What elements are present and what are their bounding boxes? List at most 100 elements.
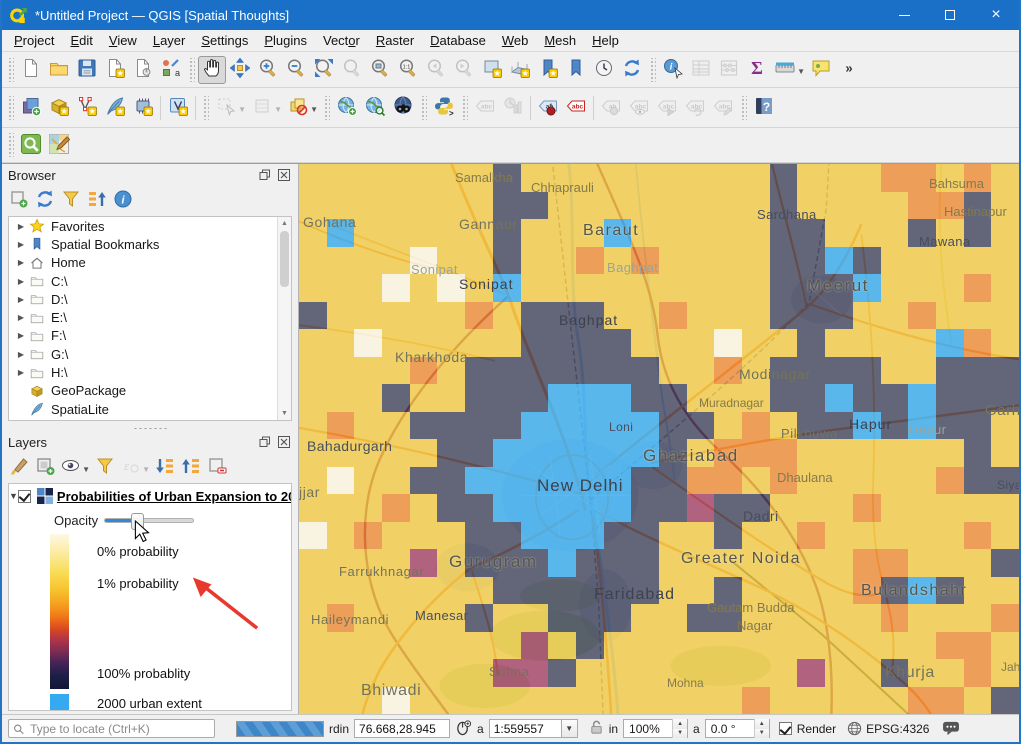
- menu-layer[interactable]: Layer: [145, 31, 194, 50]
- layers-float-button[interactable]: [257, 435, 273, 449]
- browser-item-geopackage[interactable]: GeoPackage: [9, 382, 291, 400]
- expand-arrow-icon[interactable]: ▶: [13, 222, 29, 231]
- browser-item-spatialbookmarks[interactable]: ▶Spatial Bookmarks: [9, 235, 291, 253]
- open-layer-styling-button[interactable]: [6, 454, 32, 480]
- dropdown-arrow-icon[interactable]: ▼: [82, 465, 90, 474]
- browser-item-c[interactable]: ▶C:\: [9, 272, 291, 290]
- new-geopackage-layer-button[interactable]: [45, 94, 73, 122]
- expand-arrow-icon[interactable]: ▶: [13, 368, 29, 377]
- browser-item-spatialite[interactable]: SpatiaLite: [9, 400, 291, 418]
- messages-button[interactable]: [942, 721, 960, 736]
- toolbar-drag-handle[interactable]: [7, 96, 14, 120]
- dropdown-arrow-icon[interactable]: ▼: [310, 105, 318, 114]
- deselect-features-button[interactable]: ▼: [284, 94, 312, 122]
- osm-place-search-button[interactable]: [17, 131, 45, 159]
- expand-arrow-icon[interactable]: ▶: [13, 350, 29, 359]
- remove-layer-button[interactable]: [204, 454, 230, 480]
- dropdown-arrow-icon[interactable]: ▼: [238, 105, 246, 114]
- browser-item-d[interactable]: ▶D:\: [9, 290, 291, 308]
- browser-scrollbar[interactable]: ▲▼: [277, 217, 291, 420]
- magnifier-spinbox[interactable]: 100% ▲▼: [623, 719, 688, 738]
- scale-dropdown-button[interactable]: ▼: [561, 719, 578, 738]
- style-manager-button[interactable]: a: [157, 56, 185, 84]
- menu-plugins[interactable]: Plugins: [256, 31, 315, 50]
- pan-map-button[interactable]: [198, 56, 226, 84]
- refresh-browser-button[interactable]: [32, 187, 58, 213]
- opacity-slider-handle[interactable]: [131, 513, 144, 530]
- expand-arrow-icon[interactable]: ▶: [13, 295, 29, 304]
- extents-toggle-icon[interactable]: [455, 719, 472, 739]
- rotation-spinbox[interactable]: 0.0 ° ▲▼: [705, 719, 770, 738]
- layer-name[interactable]: Probabilities of Urban Expansion to 2030: [57, 489, 292, 504]
- browser-item-home[interactable]: ▶Home: [9, 254, 291, 272]
- new-mesh-layer-button[interactable]: [129, 94, 157, 122]
- browser-item-h[interactable]: ▶H:\: [9, 363, 291, 381]
- magnifier-spin-arrows[interactable]: ▲▼: [672, 719, 687, 738]
- menu-vector[interactable]: Vector: [315, 31, 368, 50]
- quickosm-button[interactable]: [45, 131, 73, 159]
- save-project-button[interactable]: [73, 56, 101, 84]
- collapse-all-layers-button[interactable]: [178, 454, 204, 480]
- layer-visibility-checkbox[interactable]: [18, 490, 31, 503]
- osm-place-search-globe-button[interactable]: [389, 94, 417, 122]
- show-statistics-button[interactable]: Σ: [743, 56, 771, 84]
- toolbar-drag-handle[interactable]: [420, 96, 427, 120]
- menu-mesh[interactable]: Mesh: [536, 31, 584, 50]
- toolbar-drag-handle[interactable]: [7, 133, 14, 157]
- render-checkbox[interactable]: [779, 722, 792, 735]
- add-wms-layer-button[interactable]: [333, 94, 361, 122]
- opacity-slider[interactable]: [104, 518, 194, 523]
- new-3d-map-view-button[interactable]: [506, 56, 534, 84]
- zoom-native-button[interactable]: 1:1: [394, 56, 422, 84]
- lock-scale-icon[interactable]: [589, 719, 604, 738]
- browser-item-f[interactable]: ▶F:\: [9, 327, 291, 345]
- toolbar-overflow-button[interactable]: »: [835, 56, 863, 84]
- zoom-in-button[interactable]: [254, 56, 282, 84]
- filter-legend-button[interactable]: [92, 454, 118, 480]
- dropdown-arrow-icon[interactable]: ▼: [142, 465, 150, 474]
- menu-help[interactable]: Help: [584, 31, 627, 50]
- search-layers-globe-button[interactable]: [361, 94, 389, 122]
- menu-web[interactable]: Web: [494, 31, 537, 50]
- dropdown-arrow-icon[interactable]: ▼: [274, 105, 282, 114]
- expand-arrow-icon[interactable]: ▶: [13, 313, 29, 322]
- minimize-button[interactable]: [881, 0, 927, 30]
- toolbar-drag-handle[interactable]: [649, 58, 656, 82]
- expand-all-button[interactable]: [152, 454, 178, 480]
- open-data-source-manager-button[interactable]: [17, 94, 45, 122]
- crs-status[interactable]: EPSG:4326: [847, 721, 929, 736]
- toolbar-drag-handle[interactable]: [740, 96, 747, 120]
- expand-arrow-icon[interactable]: ▶: [13, 258, 29, 267]
- new-print-layout-button[interactable]: [101, 56, 129, 84]
- identify-features-button[interactable]: i: [659, 56, 687, 84]
- toolbar-drag-handle[interactable]: [323, 96, 330, 120]
- highlight-pinned-labels-button[interactable]: abc: [562, 94, 590, 122]
- scale-combo[interactable]: ▼: [489, 719, 578, 738]
- browser-item-favorites[interactable]: ▶Favorites: [9, 217, 291, 235]
- toolbar-drag-handle[interactable]: [188, 58, 195, 82]
- locator-box[interactable]: [8, 719, 215, 738]
- refresh-map-button[interactable]: [618, 56, 646, 84]
- zoom-out-button[interactable]: [282, 56, 310, 84]
- pin-labels-button[interactable]: ab: [534, 94, 562, 122]
- menu-settings[interactable]: Settings: [193, 31, 256, 50]
- menu-project[interactable]: Project: [6, 31, 62, 50]
- new-spatial-bookmark-button[interactable]: [534, 56, 562, 84]
- menu-database[interactable]: Database: [422, 31, 494, 50]
- show-spatial-bookmarks-button[interactable]: [562, 56, 590, 84]
- new-map-view-button[interactable]: [478, 56, 506, 84]
- layer-expand-arrow[interactable]: ▼: [9, 491, 18, 501]
- expand-arrow-icon[interactable]: ▶: [13, 331, 29, 340]
- browser-close-button[interactable]: [276, 168, 292, 182]
- new-spatialite-layer-button[interactable]: [101, 94, 129, 122]
- locator-input[interactable]: [28, 721, 210, 737]
- new-project-button[interactable]: [17, 56, 45, 84]
- rotation-spin-arrows[interactable]: ▲▼: [754, 719, 769, 738]
- add-group-button[interactable]: [32, 454, 58, 480]
- toolbar-drag-handle[interactable]: [461, 96, 468, 120]
- toolbar-drag-handle[interactable]: [7, 58, 14, 82]
- toolbar-drag-handle[interactable]: [202, 96, 209, 120]
- browser-item-g[interactable]: ▶G:\: [9, 345, 291, 363]
- measure-line-button[interactable]: ▼: [771, 56, 799, 84]
- close-button[interactable]: ×: [973, 0, 1019, 30]
